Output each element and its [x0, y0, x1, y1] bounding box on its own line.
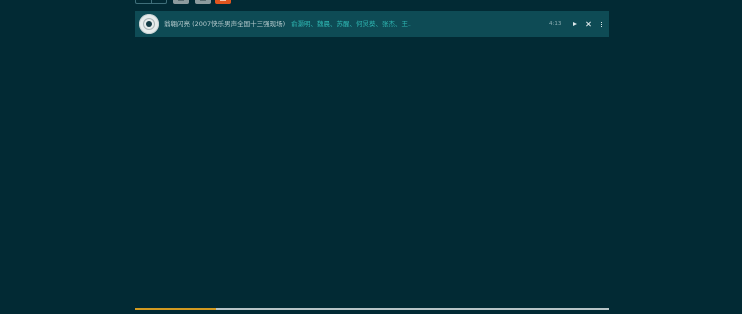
toolbar-button-1[interactable] — [173, 0, 189, 4]
close-icon[interactable] — [583, 11, 593, 37]
playback-progress-bar[interactable] — [135, 308, 609, 310]
toolbar-primary-button[interactable] — [215, 0, 231, 4]
view-toggle-left-button[interactable] — [136, 0, 151, 3]
track-duration: 4:13 — [549, 21, 562, 27]
play-icon[interactable] — [570, 11, 580, 37]
minus-icon — [178, 0, 184, 1]
view-toggle-right-button[interactable] — [150, 0, 167, 3]
track-artists[interactable]: 俞灏明、魏晨、苏醒、何炅葵、张杰、王... — [291, 11, 411, 37]
top-toolbar — [0, 0, 742, 6]
playback-progress-fill — [135, 308, 216, 310]
minus-icon — [220, 0, 226, 1]
track-row[interactable]: 翁翱闪亮 (2007快乐男声全国十三强现场) 俞灏明、魏晨、苏醒、何炅葵、张杰、… — [135, 11, 609, 37]
minus-icon — [200, 0, 206, 1]
track-title[interactable]: 翁翱闪亮 (2007快乐男声全国十三强现场) — [164, 11, 285, 37]
more-vertical-icon[interactable] — [596, 11, 606, 37]
disc-icon — [139, 14, 159, 34]
toolbar-button-2[interactable] — [195, 0, 211, 4]
view-toggle-group — [135, 0, 167, 4]
